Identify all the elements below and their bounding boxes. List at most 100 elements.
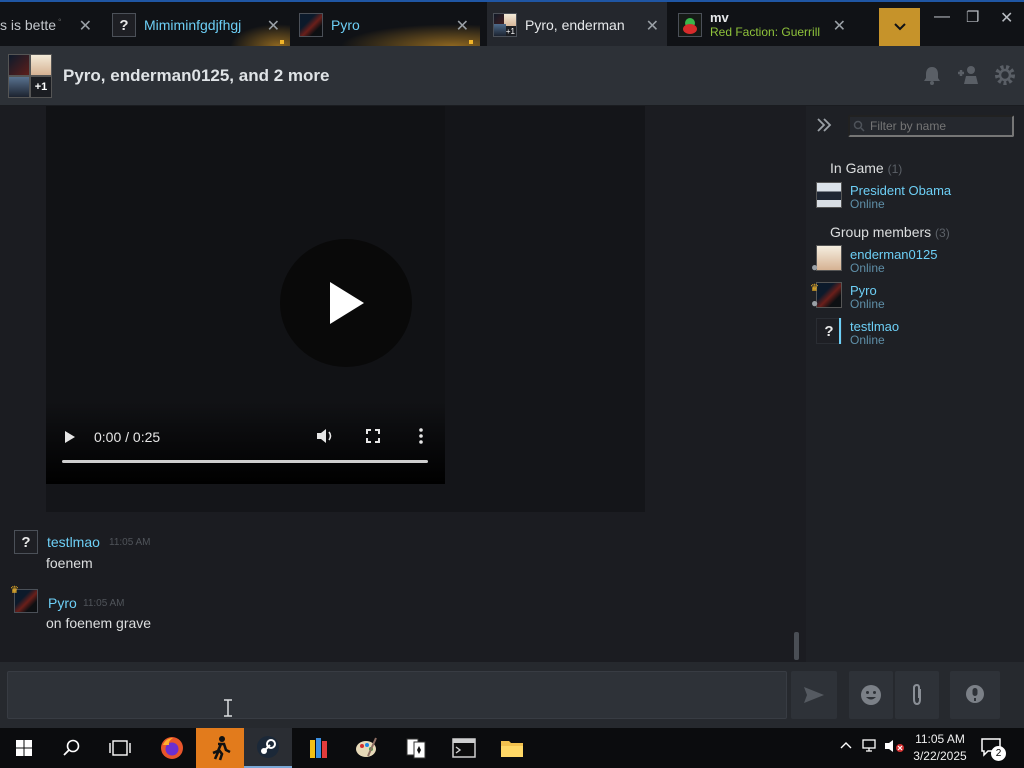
message-author[interactable]: Pyro	[48, 595, 77, 611]
add-friend-icon[interactable]	[956, 64, 978, 86]
volume-muted-icon[interactable]	[884, 739, 906, 753]
message-input[interactable]	[7, 671, 787, 719]
tab-label: s is bette	[0, 17, 57, 33]
avatar[interactable]: ?	[14, 530, 38, 554]
message-text: on foenem grave	[46, 615, 152, 631]
paint-tubes-icon	[310, 738, 327, 758]
taskbar-aim[interactable]	[196, 728, 244, 768]
message-author[interactable]: testlmao	[47, 534, 100, 550]
section-group-members[interactable]: Group members (3)	[830, 224, 950, 240]
taskbar-steam[interactable]	[244, 728, 292, 768]
member-filter-input[interactable]	[848, 115, 1014, 137]
member-name[interactable]: testlmao	[850, 319, 899, 334]
avatar[interactable]	[816, 245, 842, 271]
bell-icon[interactable]	[921, 64, 943, 86]
minimize-icon[interactable]: —	[934, 8, 950, 26]
close-icon[interactable]: ✕	[456, 16, 469, 36]
task-view-button[interactable]	[96, 728, 144, 768]
emoticon-button[interactable]	[849, 671, 893, 719]
search-icon	[63, 739, 80, 756]
attach-button[interactable]	[895, 671, 939, 719]
volume-icon[interactable]	[316, 428, 334, 444]
start-button[interactable]	[0, 728, 48, 768]
chevron-up-icon[interactable]	[840, 741, 852, 749]
chat-tab-active[interactable]: +1 Pyro, enderman ✕	[487, 2, 667, 48]
muted-icon: ◦	[58, 15, 62, 26]
clock-date: 3/22/2025	[913, 749, 967, 763]
chat-tab-1[interactable]: s is bette ◦ ✕	[0, 2, 100, 48]
chat-message-list[interactable]: 0:00 / 0:25 ? testlmao 11:05 AM foenem ♛…	[0, 106, 806, 662]
member-status: Online	[850, 261, 885, 275]
unread-indicator	[469, 40, 473, 44]
chat-title: Pyro, enderman0125, and 2 more	[63, 66, 330, 85]
section-count: (1)	[887, 162, 903, 176]
palette-icon	[356, 737, 377, 757]
avatar-badge: +1	[30, 76, 52, 98]
folder-icon	[501, 741, 523, 757]
voice-button[interactable]	[950, 671, 1000, 719]
fullscreen-icon[interactable]	[366, 429, 380, 443]
network-icon[interactable]	[862, 739, 880, 753]
send-button[interactable]	[791, 671, 837, 719]
member-name[interactable]: President Obama	[850, 183, 951, 198]
steam-chat-window: s is bette ◦ ✕ ? Mimiminfgdjfhgj ✕ Pyro …	[0, 0, 1024, 768]
chat-tab-5[interactable]: mv Red Faction: Guerrill ✕	[676, 2, 854, 48]
gear-icon[interactable]	[994, 64, 1016, 86]
steam-icon	[257, 736, 279, 758]
avatar	[678, 13, 702, 37]
tab-overflow-button[interactable]	[879, 8, 920, 46]
taskbar-search-button[interactable]	[48, 728, 96, 768]
message-time: 11:05 AM	[109, 537, 151, 548]
restore-icon[interactable]: ❐	[966, 8, 979, 26]
notification-count-badge: 2	[991, 746, 1006, 761]
avatar-badge: +1	[505, 27, 515, 36]
send-icon	[804, 687, 824, 703]
video-seek-bar[interactable]	[62, 460, 428, 463]
member-role-icon: ●	[811, 260, 819, 274]
terminal-icon	[452, 738, 476, 758]
taskbar-terminal[interactable]	[440, 728, 488, 768]
cards-icon	[406, 738, 426, 759]
tab-label: Pyro	[331, 17, 360, 33]
paperclip-icon	[913, 684, 921, 706]
avatar[interactable]	[816, 282, 842, 308]
play-icon	[330, 282, 364, 324]
close-icon[interactable]: ✕	[833, 16, 846, 36]
message-time: 11:05 AM	[83, 598, 125, 609]
taskbar-app-paint-tube[interactable]	[294, 728, 342, 768]
chat-scrollbar[interactable]	[794, 632, 799, 660]
play-button[interactable]	[280, 239, 412, 367]
taskbar-app-paint[interactable]	[342, 728, 390, 768]
more-options-icon[interactable]	[418, 428, 424, 444]
tab-label: Mimiminfgdjfhgj	[144, 17, 242, 33]
clock-time: 11:05 AM	[915, 732, 965, 746]
unread-indicator	[280, 40, 284, 44]
windows-logo-icon	[16, 740, 32, 756]
section-in-game[interactable]: In Game (1)	[830, 160, 902, 176]
play-small-icon[interactable]	[64, 430, 76, 444]
taskbar-app-cards[interactable]	[392, 728, 440, 768]
avatar[interactable]	[816, 182, 842, 208]
notification-center-button[interactable]: 2	[980, 737, 1006, 761]
close-window-icon[interactable]: ✕	[1000, 8, 1013, 28]
online-indicator	[839, 318, 841, 344]
chat-tab-3[interactable]: Pyro ✕	[297, 2, 477, 48]
group-avatar: +1	[493, 13, 517, 37]
close-icon[interactable]: ✕	[267, 16, 280, 36]
member-role-icon: ●	[811, 296, 819, 310]
close-icon[interactable]: ✕	[79, 16, 92, 36]
crown-icon: ♛	[810, 283, 819, 294]
taskbar-clock[interactable]: 11:05 AM 3/22/2025	[908, 731, 972, 765]
message-text: foenem	[46, 555, 93, 571]
taskbar-file-explorer[interactable]	[488, 728, 536, 768]
taskbar-firefox[interactable]	[148, 728, 196, 768]
close-icon[interactable]: ✕	[646, 16, 659, 36]
firefox-icon	[161, 737, 183, 759]
member-status: Online	[850, 197, 885, 211]
chat-tab-2[interactable]: ? Mimiminfgdjfhgj ✕	[108, 2, 288, 48]
collapse-panel-icon[interactable]	[816, 118, 832, 132]
chevron-down-icon	[893, 23, 906, 31]
section-count: (3)	[935, 226, 950, 240]
member-name[interactable]: enderman0125	[850, 247, 937, 262]
member-name[interactable]: Pyro	[850, 283, 877, 298]
